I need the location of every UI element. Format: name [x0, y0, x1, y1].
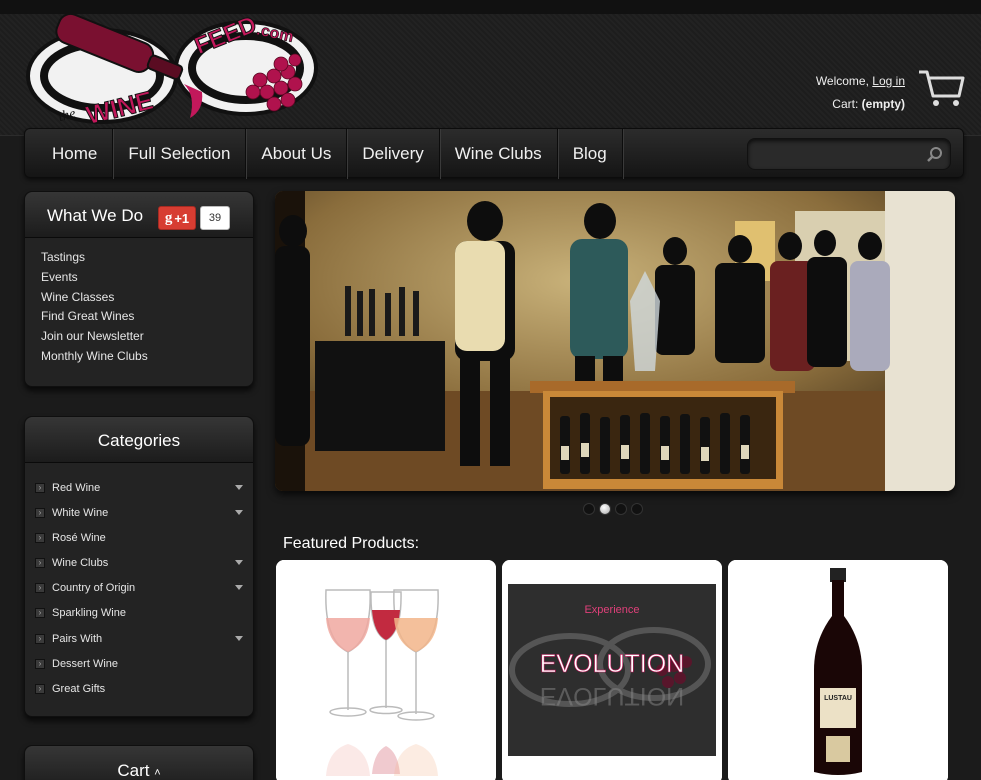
cart-label: Cart:: [832, 97, 859, 111]
what-we-do-title: What We Do: [47, 206, 144, 225]
main-nav: Home Full Selection About Us Delivery Wine C…: [24, 128, 964, 179]
chevron-down-icon[interactable]: [235, 485, 243, 490]
chevron-right-icon: ›: [35, 483, 45, 493]
chevron-right-icon: ›: [35, 608, 45, 619]
chevron-down-icon[interactable]: [235, 635, 243, 641]
search-input[interactable]: [748, 139, 918, 169]
category-label: Great Gifts: [52, 682, 106, 695]
category-label: White Wine: [52, 507, 109, 520]
category-item[interactable]: › Red Wine: [25, 479, 253, 504]
cart-box-title: Cart: [117, 761, 150, 780]
what-we-do-link[interactable]: Join our Newsletter: [41, 327, 253, 347]
evolution-box-image: Experience EVOLUTION EVOLUTION: [502, 560, 722, 780]
cart-box-title-wrap: Cart ˄: [25, 761, 253, 780]
wine-feed-logo[interactable]: FEED .com the WINE: [24, 14, 320, 126]
shopping-cart-icon[interactable]: [917, 68, 965, 108]
login-link[interactable]: Log in: [872, 74, 905, 88]
cart-status: (empty): [861, 97, 905, 111]
category-item[interactable]: › Dessert Wine: [25, 655, 253, 680]
nav-item-wine-clubs[interactable]: Wine Clubs: [440, 129, 558, 179]
search-box: [747, 138, 951, 170]
chevron-right-icon: ›: [35, 633, 45, 644]
category-label: Red Wine: [52, 482, 101, 494]
category-label: Wine Clubs: [52, 557, 109, 570]
category-item[interactable]: › Pairs With: [25, 630, 253, 655]
chevron-right-icon: ›: [35, 558, 45, 569]
category-label: Country of Origin: [52, 582, 136, 595]
product-card-rose-glasses[interactable]: [276, 560, 496, 780]
svg-text:the: the: [57, 106, 77, 125]
evolution-tagline: Experience: [584, 604, 639, 616]
evolution-title: EVOLUTION: [540, 650, 684, 678]
categories-title: Categories: [97, 431, 181, 450]
what-we-do-header: What We Do g +1 39: [25, 192, 253, 238]
what-we-do-link[interactable]: Wine Classes: [41, 288, 253, 308]
category-item[interactable]: › Rosé Wine: [25, 529, 253, 554]
chevron-down-icon[interactable]: [235, 510, 243, 516]
rose-wine-glasses-image: [276, 560, 496, 780]
what-we-do-box: What We Do g +1 39 Tastings Events Wine Cl…: [24, 191, 254, 387]
chevron-right-icon: ›: [35, 658, 45, 669]
google-plus-button[interactable]: g +1: [158, 206, 196, 230]
user-area: Welcome, Log in Cart: (empty): [816, 70, 905, 116]
category-item[interactable]: › White Wine: [25, 504, 253, 529]
site-header: FEED .com the WINE Welcome, Log in Cart:…: [0, 14, 981, 136]
category-label: Rosé Wine: [52, 532, 106, 545]
what-we-do-link[interactable]: Find Great Wines: [41, 307, 253, 327]
slider-dot[interactable]: [615, 503, 627, 515]
what-we-do-link[interactable]: Events: [41, 268, 253, 288]
nav-item-about-us[interactable]: About Us: [246, 129, 348, 179]
google-plus-label: +1: [174, 210, 190, 226]
chevron-down-icon[interactable]: [235, 585, 243, 591]
category-item[interactable]: › Sparkling Wine: [25, 604, 253, 629]
google-plus-icon: g: [164, 209, 173, 226]
slider-dot[interactable]: [631, 503, 643, 515]
lustau-bottle-image: LUSTAU: [728, 560, 948, 780]
categories-list: › Red Wine › White Wine › Rosé Wine › Wine Club…: [25, 463, 253, 705]
nav-item-blog[interactable]: Blog: [558, 129, 623, 179]
chevron-right-icon: ›: [35, 533, 45, 544]
product-card-lustau[interactable]: LUSTAU: [728, 560, 948, 780]
product-card-evolution[interactable]: Experience EVOLUTION EVOLUTION: [502, 560, 722, 780]
category-label: Sparkling Wine: [52, 607, 126, 620]
what-we-do-list: Tastings Events Wine Classes Find Great Win…: [25, 238, 253, 367]
chevron-up-icon: ˄: [154, 767, 161, 779]
nav-item-delivery[interactable]: Delivery: [347, 129, 440, 179]
evolution-title-reflection: EVOLUTION: [540, 682, 684, 710]
category-item[interactable]: › Great Gifts: [25, 680, 253, 705]
slider-dots: [583, 503, 643, 515]
chevron-right-icon: ›: [35, 683, 45, 694]
nav-item-full-selection[interactable]: Full Selection: [113, 129, 247, 179]
category-item[interactable]: › Wine Clubs: [25, 554, 253, 579]
categories-header: Categories: [25, 417, 253, 463]
cart-box: Cart ˄: [24, 745, 254, 780]
top-strip: [0, 0, 981, 14]
slide-image-wine-tasting: [275, 191, 955, 491]
featured-products-title: Featured Products:: [283, 535, 420, 552]
slider-dot[interactable]: [583, 503, 595, 515]
chevron-right-icon: ›: [35, 508, 45, 519]
categories-box: Categories › Red Wine › White Wine › Rosé Win…: [24, 416, 254, 717]
lustau-label: LUSTAU: [824, 695, 852, 702]
cart-box-header[interactable]: Cart ˄: [25, 746, 253, 780]
welcome-text: Welcome,: [815, 74, 869, 88]
what-we-do-link[interactable]: Monthly Wine Clubs: [41, 347, 253, 367]
search-icon[interactable]: [926, 146, 944, 164]
category-label: Dessert Wine: [52, 657, 119, 670]
chevron-down-icon[interactable]: [235, 560, 243, 566]
chevron-right-icon: ›: [35, 583, 45, 594]
google-plus-count: 39: [200, 206, 230, 230]
nav-item-home[interactable]: Home: [37, 129, 114, 179]
slider-dot-active[interactable]: [599, 503, 611, 515]
hero-slider[interactable]: [275, 191, 955, 491]
what-we-do-link[interactable]: Tastings: [41, 248, 253, 268]
category-item[interactable]: › Country of Origin: [25, 579, 253, 604]
category-label: Pairs With: [52, 632, 103, 645]
